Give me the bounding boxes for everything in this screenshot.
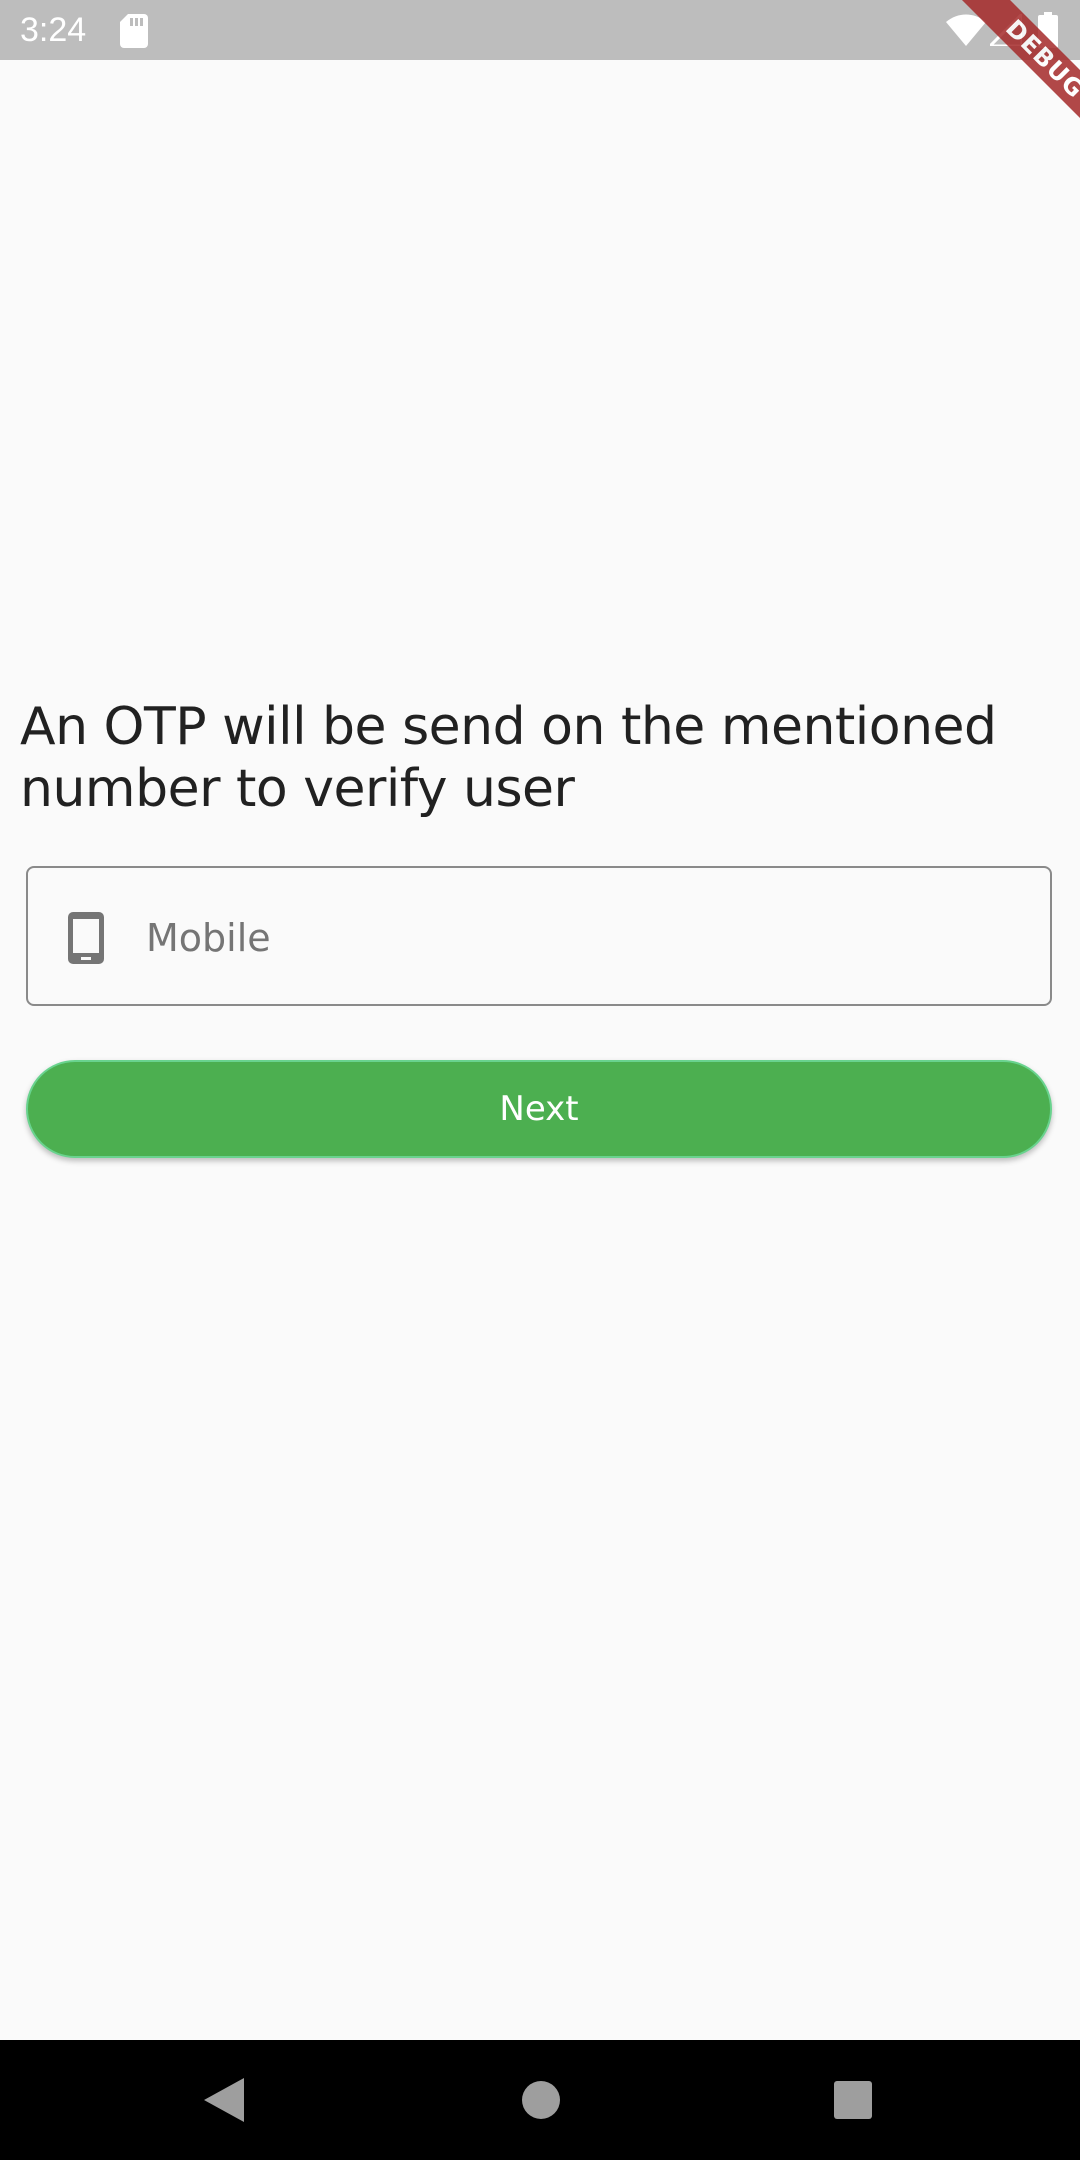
mobile-field[interactable] xyxy=(26,866,1052,1006)
recents-icon[interactable] xyxy=(834,2081,872,2119)
phone-icon xyxy=(68,912,104,964)
next-button[interactable]: Next xyxy=(26,1060,1052,1158)
status-bar: 3:24 xyxy=(0,0,1080,60)
back-icon[interactable] xyxy=(204,2078,244,2122)
otp-instruction-heading: An OTP will be send on the mentioned num… xyxy=(20,697,997,819)
navigation-bar xyxy=(0,2040,1080,2160)
sd-card-icon xyxy=(120,14,148,48)
next-button-label: Next xyxy=(499,1089,579,1129)
wifi-icon xyxy=(946,14,986,46)
battery-icon xyxy=(1038,12,1058,48)
signal-icon xyxy=(990,14,1022,46)
mobile-input[interactable] xyxy=(146,898,1026,978)
home-icon[interactable] xyxy=(522,2081,560,2119)
status-time: 3:24 xyxy=(20,11,87,49)
